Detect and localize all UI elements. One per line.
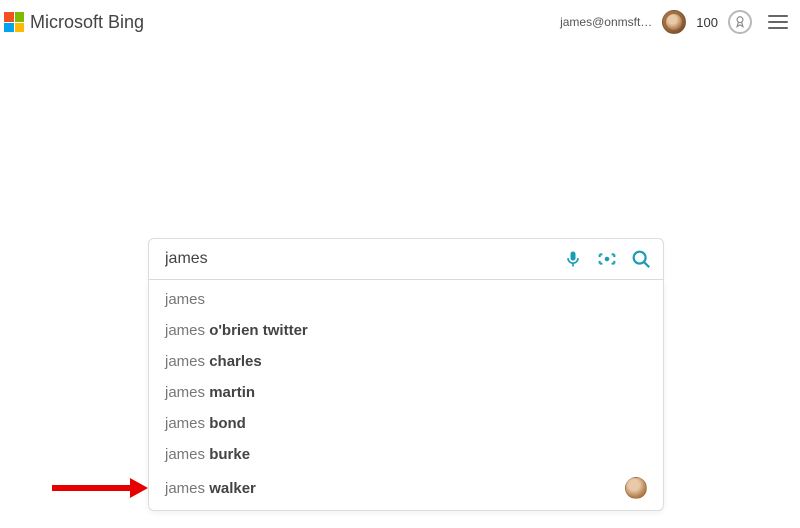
rewards-icon[interactable] bbox=[728, 10, 752, 34]
search-input[interactable] bbox=[165, 250, 561, 268]
user-avatar[interactable] bbox=[662, 10, 686, 34]
voice-search-icon[interactable] bbox=[561, 247, 585, 271]
suggestion-item[interactable]: james walker bbox=[149, 470, 663, 506]
suggestion-text: james walker bbox=[165, 480, 256, 497]
suggestions-list: jamesjames o'brien twitterjames charlesj… bbox=[148, 280, 664, 511]
suggestion-prefix: james bbox=[165, 480, 209, 497]
suggestion-completion: charles bbox=[209, 353, 262, 370]
search-wrap: jamesjames o'brien twitterjames charlesj… bbox=[148, 238, 664, 511]
suggestion-prefix: james bbox=[165, 291, 205, 308]
microsoft-logo-icon bbox=[4, 12, 24, 32]
search-button-icon[interactable] bbox=[629, 247, 653, 271]
suggestion-prefix: james bbox=[165, 384, 209, 401]
suggestion-prefix: james bbox=[165, 322, 209, 339]
account-email[interactable]: james@onmsft… bbox=[560, 15, 652, 29]
suggestion-prefix: james bbox=[165, 446, 209, 463]
suggestion-completion: o'brien twitter bbox=[209, 322, 308, 339]
suggestion-item[interactable]: james o'brien twitter bbox=[149, 315, 663, 346]
suggestion-completion: walker bbox=[209, 480, 256, 497]
suggestion-prefix: james bbox=[165, 353, 209, 370]
suggestion-item[interactable]: james bbox=[149, 284, 663, 315]
suggestion-prefix: james bbox=[165, 415, 209, 432]
header-right: james@onmsft… 100 bbox=[560, 10, 788, 34]
header: Microsoft Bing james@onmsft… 100 bbox=[0, 0, 800, 36]
brand-text: Microsoft Bing bbox=[30, 12, 144, 33]
suggestion-text: james burke bbox=[165, 446, 250, 463]
suggestion-text: james bbox=[165, 291, 205, 308]
annotation-arrow bbox=[52, 478, 148, 498]
suggestion-text: james o'brien twitter bbox=[165, 322, 308, 339]
image-search-icon[interactable] bbox=[595, 247, 619, 271]
suggestion-item[interactable]: james bond bbox=[149, 408, 663, 439]
suggestion-item[interactable]: james martin bbox=[149, 377, 663, 408]
suggestion-completion: martin bbox=[209, 384, 255, 401]
rewards-points[interactable]: 100 bbox=[696, 15, 718, 30]
suggestion-text: james martin bbox=[165, 384, 255, 401]
search-icons bbox=[561, 247, 653, 271]
bing-logo[interactable]: Microsoft Bing bbox=[4, 12, 144, 33]
suggestion-completion: bond bbox=[209, 415, 246, 432]
suggestion-completion: burke bbox=[209, 446, 250, 463]
suggestion-text: james charles bbox=[165, 353, 262, 370]
suggestion-item[interactable]: james burke bbox=[149, 439, 663, 470]
suggestion-item[interactable]: james charles bbox=[149, 346, 663, 377]
search-box bbox=[148, 238, 664, 280]
suggestion-avatar bbox=[625, 477, 647, 499]
hamburger-menu-icon[interactable] bbox=[768, 15, 788, 29]
suggestion-text: james bond bbox=[165, 415, 246, 432]
